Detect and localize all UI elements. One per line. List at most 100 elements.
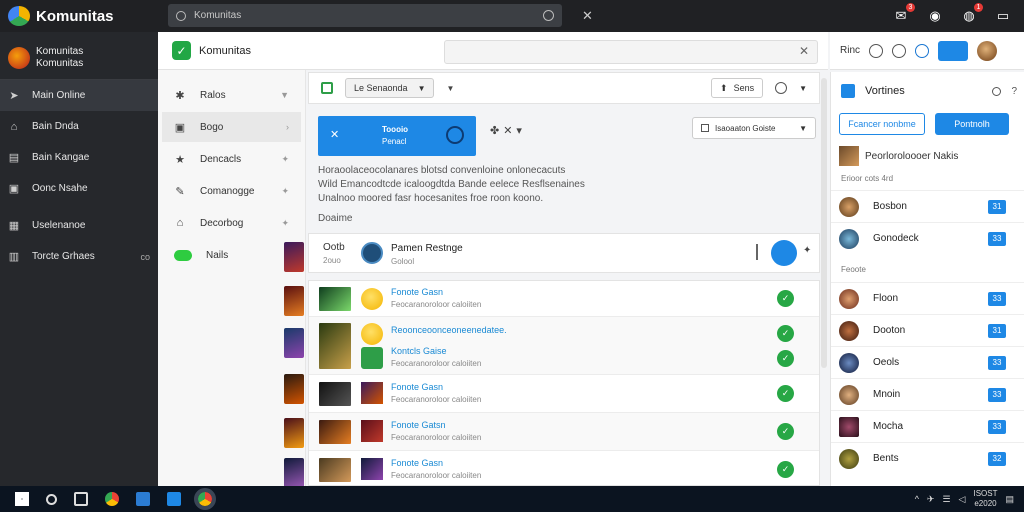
menu-icon[interactable]: ▭ bbox=[992, 5, 1014, 27]
volume-icon[interactable]: ◁ bbox=[959, 494, 966, 505]
primary-button[interactable]: Pontnolh bbox=[935, 113, 1009, 135]
post-title[interactable]: Fonote Gasn bbox=[391, 287, 443, 297]
nav-item-decorbog[interactable]: ⌂ Decorbog ✦ bbox=[162, 208, 301, 238]
tool-icons[interactable]: ✤✕▾ bbox=[490, 124, 526, 137]
sidebar-item-bain-dnda[interactable]: ⌂ Bain Dnda bbox=[0, 111, 158, 142]
help-icon[interactable]: ? bbox=[1011, 86, 1017, 97]
edit-button[interactable] bbox=[771, 240, 797, 266]
thumbnail[interactable] bbox=[284, 418, 304, 448]
member-badge[interactable]: 31 bbox=[988, 323, 1006, 338]
featured-card[interactable]: Ootb 2ouo Pamen Restnge Golool ✦ bbox=[308, 233, 820, 273]
more-icon[interactable]: ✦ bbox=[803, 245, 811, 256]
member-row[interactable]: Bents 32 bbox=[831, 442, 1024, 474]
check-icon[interactable]: ✓ bbox=[777, 385, 794, 402]
browser-active-icon[interactable] bbox=[194, 488, 216, 510]
post-title[interactable]: Fonote Gasn bbox=[391, 382, 443, 392]
sidebar-item-bain-kangae[interactable]: ▤ Bain Kangae bbox=[0, 142, 158, 173]
member-row[interactable]: Mnoin 33 bbox=[831, 378, 1024, 410]
thumbnail[interactable] bbox=[284, 286, 304, 316]
list-item[interactable]: Fonote Gasn Feocaranoroloor caloiiten ✓ bbox=[309, 281, 819, 317]
header-input[interactable]: ✕ bbox=[444, 40, 818, 64]
help-icon[interactable] bbox=[915, 43, 930, 58]
check-icon[interactable]: ✓ bbox=[777, 461, 794, 478]
start-icon[interactable] bbox=[15, 492, 29, 506]
sidebar-item-main[interactable]: ➤ Main Online bbox=[0, 80, 158, 111]
search-input[interactable]: Komunitas bbox=[194, 10, 543, 21]
nav-item-bogo[interactable]: ▣ Bogo › bbox=[162, 112, 301, 142]
member-badge[interactable]: 32 bbox=[988, 451, 1006, 466]
network-icon[interactable]: ✈ bbox=[927, 494, 935, 505]
nav-item-nails[interactable]: Nails bbox=[162, 240, 301, 270]
search-icon[interactable] bbox=[46, 493, 57, 505]
clear-icon[interactable]: ✕ bbox=[799, 44, 809, 58]
member-badge[interactable]: 31 bbox=[988, 199, 1006, 214]
avatar bbox=[839, 196, 859, 217]
sidebar-profile[interactable]: Komunitas Komunitas bbox=[0, 32, 158, 80]
nav-item-comanogge[interactable]: ✎ Comanogge ✦ bbox=[162, 176, 301, 206]
member-badge[interactable]: 33 bbox=[988, 419, 1006, 434]
post-title[interactable]: Fonote Gasn bbox=[391, 458, 443, 468]
clock[interactable]: ISOST e2020 bbox=[973, 489, 997, 509]
list-item[interactable]: Reoonceoonceoneenedatee. Kontcls Gaise F… bbox=[309, 317, 819, 375]
nav-item-dencacls[interactable]: ★ Dencacls ✦ bbox=[162, 144, 301, 174]
browser-icon[interactable] bbox=[105, 492, 119, 506]
camera-button[interactable] bbox=[938, 40, 969, 61]
list-item[interactable]: Fonote Gasn Feocaranoroloor caloiiten ✓ bbox=[309, 375, 819, 413]
caret-down-icon[interactable]: ▼ bbox=[446, 84, 454, 93]
thumbnail[interactable] bbox=[284, 374, 304, 404]
settings-icon[interactable] bbox=[775, 82, 788, 94]
nav-item-ralos[interactable]: ✱ Ralos ▼ bbox=[162, 80, 301, 110]
sort-button[interactable]: ⬆ Sens bbox=[711, 78, 764, 98]
list-item[interactable]: Fonote Gatsn Feocaranoroloor caloiiten ✓ bbox=[309, 413, 819, 451]
chevron-up-icon[interactable]: ^ bbox=[915, 494, 919, 504]
post-title[interactable]: Fonote Gatsn bbox=[391, 420, 446, 430]
member-row[interactable]: Oeols 33 bbox=[831, 346, 1024, 378]
member-row[interactable]: Bosbon 31 bbox=[831, 190, 1024, 222]
primary-action-button[interactable]: ✕ Toooio Penacl bbox=[318, 116, 476, 156]
scrollbar[interactable] bbox=[821, 78, 827, 368]
featured-item[interactable]: Peorloroloooer Nakis bbox=[839, 146, 958, 166]
member-badge[interactable]: 33 bbox=[988, 291, 1006, 306]
view-select[interactable]: Le Senaonda ▼ bbox=[345, 78, 435, 98]
sidebar-item-uselenanoe[interactable]: ▦ Uselenanoe bbox=[0, 210, 158, 241]
sheet-icon[interactable] bbox=[321, 82, 333, 94]
app-logo[interactable]: Komunitas bbox=[0, 6, 158, 26]
secondary-button[interactable]: Fcancer nonbme bbox=[839, 113, 925, 135]
post-title[interactable]: Reoonceoonceoneenedatee. bbox=[391, 325, 507, 335]
thumbnail[interactable] bbox=[284, 458, 304, 488]
thumbnail[interactable] bbox=[284, 328, 304, 358]
search-bar[interactable]: Komunitas bbox=[168, 4, 562, 27]
member-badge[interactable]: 33 bbox=[988, 355, 1006, 370]
member-badge[interactable]: 33 bbox=[988, 387, 1006, 402]
info-icon[interactable] bbox=[892, 43, 907, 58]
search-icon[interactable] bbox=[992, 86, 1002, 96]
check-icon[interactable]: ✓ bbox=[777, 290, 794, 307]
app-icon[interactable] bbox=[136, 492, 150, 506]
close-icon[interactable]: ✕ bbox=[582, 8, 593, 24]
member-row[interactable]: Gonodeck 33 bbox=[831, 222, 1024, 254]
check-icon[interactable]: ✓ bbox=[777, 423, 794, 440]
chat-icon[interactable] bbox=[869, 43, 884, 58]
chevron-down-icon[interactable]: ▼ bbox=[799, 84, 807, 93]
member-badge[interactable]: 33 bbox=[988, 231, 1006, 246]
member-row[interactable]: Dooton 31 bbox=[831, 314, 1024, 346]
filter-select[interactable]: Isaoaaton Goiste ▼ bbox=[692, 117, 816, 139]
post-title[interactable]: Kontcls Gaise bbox=[391, 346, 447, 356]
sidebar-item-torcte[interactable]: ▥ Torcte Grhaes co bbox=[0, 241, 158, 272]
notification-icon[interactable]: ✉ 3 bbox=[890, 3, 915, 27]
thumbnail[interactable] bbox=[284, 242, 304, 272]
search-submit-icon[interactable] bbox=[543, 10, 554, 21]
wifi-icon[interactable]: ☰ bbox=[942, 494, 950, 505]
sidebar-item-oonc[interactable]: ▣ Oonc Nsahe bbox=[0, 173, 158, 204]
bell-icon[interactable]: ◍ 1 bbox=[958, 3, 983, 27]
globe-icon[interactable]: ◉ bbox=[924, 5, 946, 27]
notification-center-icon[interactable]: ▤ bbox=[1005, 494, 1014, 505]
check-icon[interactable]: ✓ bbox=[777, 350, 794, 367]
list-item[interactable]: Fonote Gasn Feocaranoroloor caloiiten ✓ bbox=[309, 451, 819, 485]
user-avatar[interactable] bbox=[977, 40, 998, 61]
check-icon[interactable]: ✓ bbox=[777, 325, 794, 342]
app-icon[interactable] bbox=[167, 492, 181, 506]
member-row[interactable]: Mocha 33 bbox=[831, 410, 1024, 442]
member-row[interactable]: Floon 33 bbox=[831, 282, 1024, 314]
task-view-icon[interactable] bbox=[74, 492, 88, 506]
